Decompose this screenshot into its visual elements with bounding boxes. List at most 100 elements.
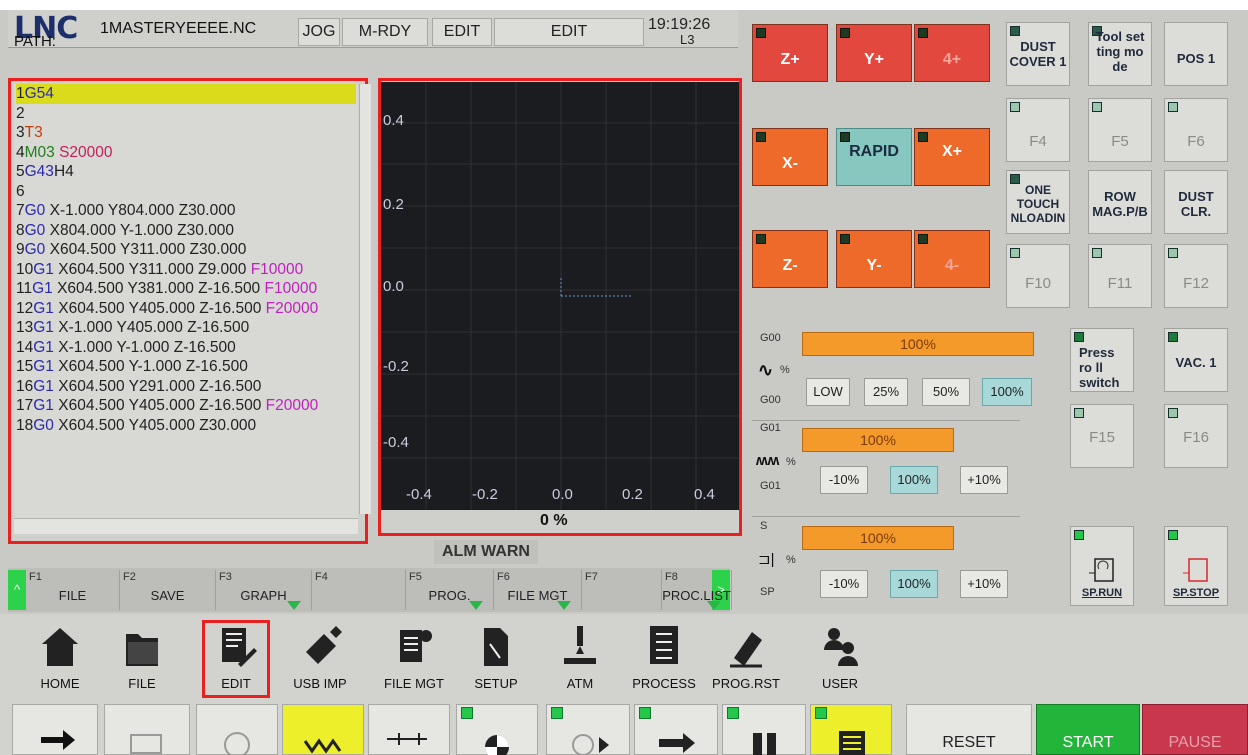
- menu-file-mgt[interactable]: FILE MGT: [374, 618, 454, 698]
- handwheel-button[interactable]: [196, 704, 278, 755]
- code-line[interactable]: 11G1 X604.500 Y381.000 Z-16.500 F10000: [16, 279, 356, 299]
- f12-key[interactable]: F12: [1164, 244, 1228, 308]
- code-line[interactable]: 18G0 X604.500 Y405.000 Z30.000: [16, 416, 356, 436]
- code-line[interactable]: 9G0 X604.500 Y311.000 Z30.000: [16, 240, 356, 260]
- line-number: 16: [16, 377, 34, 395]
- fkey-7[interactable]: F7: [582, 570, 662, 610]
- menu-home[interactable]: HOME: [20, 618, 100, 698]
- menu-user[interactable]: USER: [800, 618, 880, 698]
- s-minus10-button[interactable]: -10%: [820, 570, 868, 598]
- g00-100-button[interactable]: 100%: [982, 378, 1032, 406]
- code-line[interactable]: 2: [16, 104, 356, 124]
- jog-y-plus-button[interactable]: Y+: [836, 24, 912, 82]
- menu-label: SETUP: [474, 676, 518, 691]
- fkey-4[interactable]: F4: [312, 570, 406, 610]
- jog-y-minus-button[interactable]: Y-: [836, 230, 912, 288]
- code-horizontal-scrollbar[interactable]: [14, 518, 358, 534]
- jog-4-minus-button[interactable]: 4-: [914, 230, 990, 288]
- home-ref-button[interactable]: [456, 704, 538, 755]
- code-line[interactable]: 1G54: [16, 84, 356, 104]
- code-line[interactable]: 12G1 X604.500 Y405.000 Z-16.500 F20000: [16, 299, 356, 319]
- step-button[interactable]: [368, 704, 450, 755]
- menu-file[interactable]: FILE: [102, 618, 182, 698]
- row-mag-label: ROW MAG.P/B: [1092, 189, 1148, 219]
- skip-button[interactable]: [634, 704, 718, 755]
- spindle-run-icon: [1089, 558, 1114, 582]
- g00-25-button[interactable]: 25%: [864, 378, 908, 406]
- dust-cover-button[interactable]: DUST COVER 1: [1006, 22, 1070, 86]
- spindle-stop-button[interactable]: SP.STOP: [1164, 526, 1228, 606]
- dust-clr-button[interactable]: DUST CLR.: [1164, 170, 1228, 234]
- fkey-8[interactable]: F8 PROC.LIST: [662, 570, 732, 610]
- tool-set-mode-button[interactable]: Tool set ting mo de: [1088, 22, 1152, 86]
- rapid-button[interactable]: RAPID: [836, 128, 912, 186]
- alarm-warning-indicator[interactable]: ALM WARN: [434, 540, 538, 564]
- vac1-button[interactable]: VAC. 1: [1164, 328, 1228, 392]
- single-block-button[interactable]: [104, 704, 190, 755]
- jog-4-plus-button[interactable]: 4+: [914, 24, 990, 82]
- fkey-3[interactable]: F3 GRAPH: [216, 570, 312, 610]
- g01-100-button[interactable]: 100%: [890, 466, 938, 494]
- code-token: G1: [33, 397, 59, 414]
- f11-key[interactable]: F11: [1088, 244, 1152, 308]
- code-line[interactable]: 8G0 X804.000 Y-1.000 Z30.000: [16, 221, 356, 241]
- code-line[interactable]: 15G1 X604.500 Y-1.000 Z-16.500: [16, 357, 356, 377]
- code-token: G1: [33, 299, 59, 317]
- g01-plus10-button[interactable]: +10%: [960, 466, 1008, 494]
- spindle-run-button[interactable]: SP.RUN: [1070, 526, 1134, 606]
- code-line[interactable]: 6: [16, 182, 356, 202]
- zigzag-button[interactable]: [282, 704, 364, 755]
- f4-key[interactable]: F4: [1006, 98, 1070, 162]
- fkey-2[interactable]: F2 SAVE: [120, 570, 216, 610]
- optional-stop-button[interactable]: [722, 704, 806, 755]
- code-line[interactable]: 16G1 X604.500 Y291.000 Z-16.500: [16, 377, 356, 397]
- code-line[interactable]: 17G1 X604.500 Y405.000 Z-16.500 F20000: [16, 396, 356, 416]
- code-line[interactable]: 13G1 X-1.000 Y405.000 Z-16.500: [16, 318, 356, 338]
- f5-label: F5: [1111, 133, 1129, 150]
- g00-50-button[interactable]: 50%: [922, 378, 970, 406]
- press-roll-switch-button[interactable]: Press ro ll switch: [1070, 328, 1134, 392]
- menu-prog-rst[interactable]: PROG.RST: [706, 618, 786, 698]
- f15-key[interactable]: F15: [1070, 404, 1134, 468]
- fkey-1[interactable]: F1 FILE: [26, 570, 120, 610]
- jog-z-plus-button[interactable]: Z+: [752, 24, 828, 82]
- code-line[interactable]: 4M03 S20000: [16, 143, 356, 163]
- code-vertical-scrollbar[interactable]: [359, 84, 371, 514]
- pause-button[interactable]: PAUSE: [1142, 704, 1248, 755]
- jog-x-minus-button[interactable]: X-: [752, 128, 828, 186]
- block-delete-button[interactable]: [810, 704, 892, 755]
- menu-process[interactable]: PROCESS: [624, 618, 704, 698]
- code-line[interactable]: 5G43H4: [16, 162, 356, 182]
- menu-atm[interactable]: ATM: [540, 618, 620, 698]
- code-line[interactable]: 10G1 X604.500 Y311.000 Z9.000 F10000: [16, 260, 356, 280]
- g00-low-button[interactable]: LOW: [806, 378, 850, 406]
- arrow-right-button[interactable]: [12, 704, 98, 755]
- wheel-run-button[interactable]: [546, 704, 630, 755]
- jog-x-plus-button[interactable]: X+: [914, 128, 990, 186]
- menu-setup[interactable]: SETUP: [456, 618, 536, 698]
- fkey-5[interactable]: F5 PROG.: [406, 570, 494, 610]
- menu-usb-imp[interactable]: USB IMP: [280, 618, 360, 698]
- pos1-button[interactable]: POS 1: [1164, 22, 1228, 86]
- start-button[interactable]: START: [1036, 704, 1140, 755]
- fkey-6[interactable]: F6 FILE MGT: [494, 570, 582, 610]
- code-line[interactable]: 3T3: [16, 123, 356, 143]
- toolpath-graph[interactable]: [381, 82, 739, 510]
- g01-value: 100%: [860, 432, 896, 448]
- x-tick-4: 0.4: [694, 486, 715, 503]
- row-mag-button[interactable]: ROW MAG.P/B: [1088, 170, 1152, 234]
- reset-button[interactable]: RESET: [906, 704, 1032, 755]
- f5-key[interactable]: F5: [1088, 98, 1152, 162]
- jog-z-minus-button[interactable]: Z-: [752, 230, 828, 288]
- g01-minus10-button[interactable]: -10%: [820, 466, 868, 494]
- f16-key[interactable]: F16: [1164, 404, 1228, 468]
- s-plus10-button[interactable]: +10%: [960, 570, 1008, 598]
- s-100-button[interactable]: 100%: [890, 570, 938, 598]
- f6-key[interactable]: F6: [1164, 98, 1228, 162]
- code-line[interactable]: 7G0 X-1.000 Y804.000 Z30.000: [16, 201, 356, 221]
- fkey-label: SAVE: [150, 588, 185, 603]
- f10-key[interactable]: F10: [1006, 244, 1070, 308]
- code-line[interactable]: 14G1 X-1.000 Y-1.000 Z-16.500: [16, 338, 356, 358]
- fkey-prev-button[interactable]: ^: [8, 570, 26, 610]
- one-touch-unloading-button[interactable]: ONE TOUCH NLOADIN: [1006, 170, 1070, 234]
